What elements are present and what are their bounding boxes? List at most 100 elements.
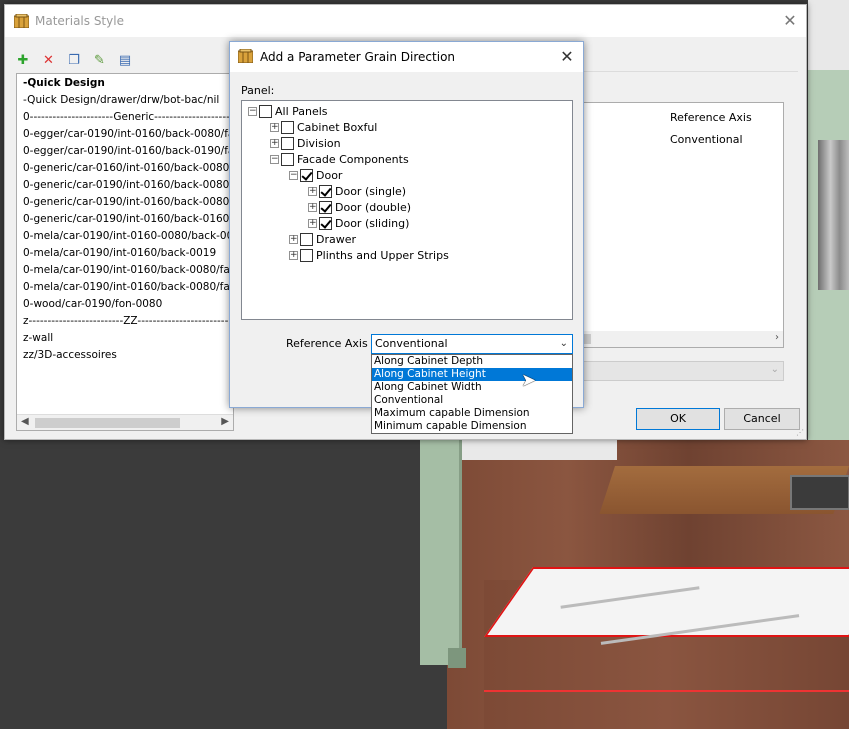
tree-node[interactable]: + Door (single) xyxy=(308,183,406,199)
option-item[interactable]: Along Cabinet Width xyxy=(372,381,572,394)
collapse-icon[interactable]: − xyxy=(248,106,257,116)
list-item[interactable]: z-wall xyxy=(23,331,53,345)
expand-icon[interactable]: + xyxy=(270,138,279,148)
collapse-icon[interactable]: − xyxy=(270,154,279,164)
close-icon[interactable]: ✕ xyxy=(780,11,800,31)
tree-node[interactable]: + Plinths and Upper Strips xyxy=(289,247,449,263)
collapse-icon[interactable]: − xyxy=(289,170,298,180)
list-item[interactable]: -Quick Design/drawer/drw/bot-bac/nil xyxy=(23,93,219,107)
scene-fridge xyxy=(818,140,849,290)
scrollbar-thumb[interactable] xyxy=(35,418,180,428)
grain-direction-dialog: Add a Parameter Grain Direction ✕ Panel:… xyxy=(229,41,584,434)
scroll-left-icon[interactable]: ◀ xyxy=(21,416,29,427)
list-item[interactable]: 0-generic/car-0190/int-0160/back-0080 xyxy=(23,178,229,192)
tree-node[interactable]: + Division xyxy=(270,135,341,151)
disabled-dropdown: ⌄ xyxy=(580,361,784,381)
scene-ceiling xyxy=(808,0,849,70)
dialog-title: Add a Parameter Grain Direction xyxy=(260,50,456,64)
checkbox[interactable] xyxy=(300,168,313,182)
list-item[interactable]: -Quick Design xyxy=(23,76,105,90)
expand-icon[interactable]: + xyxy=(308,186,317,196)
checkbox[interactable] xyxy=(319,216,332,230)
tree-node[interactable]: − Facade Components xyxy=(270,151,409,167)
reference-axis-options[interactable]: Along Cabinet Depth Along Cabinet Height… xyxy=(371,354,573,434)
scroll-right-icon[interactable]: › xyxy=(775,332,779,343)
option-item[interactable]: Conventional xyxy=(372,394,572,407)
option-item[interactable]: Minimum capable Dimension xyxy=(372,420,572,433)
checkbox[interactable] xyxy=(300,232,313,246)
list-item[interactable]: 0-mela/car-0190/int-0160-0080/back-0080 xyxy=(23,229,233,243)
checkbox[interactable] xyxy=(300,248,313,262)
scroll-right-icon[interactable]: ▶ xyxy=(221,416,229,427)
tree-node[interactable]: + Door (sliding) xyxy=(308,215,409,231)
scene-post-base xyxy=(448,648,466,668)
app-icon xyxy=(14,14,29,28)
reference-axis-value: Conventional xyxy=(375,337,448,350)
tree-node-label: All Panels xyxy=(275,104,328,118)
cell-reference-axis[interactable]: Conventional xyxy=(670,133,743,146)
ok-button[interactable]: OK xyxy=(636,408,720,430)
scene-floor xyxy=(447,440,617,460)
panel-tree[interactable]: − All Panels + Cabinet Boxful + Division… xyxy=(241,100,573,320)
tree-node-label: Cabinet Boxful xyxy=(297,120,378,134)
list-item[interactable]: 0-egger/car-0190/int-0160/back-0190/fac- xyxy=(23,144,233,158)
materials-list[interactable]: -Quick Design -Quick Design/drawer/drw/b… xyxy=(16,73,234,431)
checkbox[interactable] xyxy=(259,104,272,118)
tree-node-label: Door (single) xyxy=(335,184,407,198)
scene-selected-panel[interactable] xyxy=(484,567,849,637)
list-item[interactable]: 0-mela/car-0190/int-0160/back-0080/fac/e xyxy=(23,263,233,277)
grid-horizontal-scrollbar[interactable]: › xyxy=(581,331,783,347)
column-header-reference-axis: Reference Axis xyxy=(670,111,752,124)
list-item[interactable]: 0-wood/car-0190/fon-0080 xyxy=(23,297,162,311)
chevron-down-icon[interactable]: ⌄ xyxy=(560,335,568,353)
checkbox[interactable] xyxy=(281,120,294,134)
checkbox[interactable] xyxy=(319,200,332,214)
list-item[interactable]: z-------------------------ZZ------------… xyxy=(23,314,228,328)
export-icon[interactable]: ▤ xyxy=(117,53,133,69)
edit-icon[interactable]: ✎ xyxy=(92,53,108,69)
list-item[interactable]: 0-egger/car-0190/int-0160/back-0080/fac- xyxy=(23,127,233,141)
expand-icon[interactable]: + xyxy=(308,202,317,212)
expand-icon[interactable]: + xyxy=(289,250,298,260)
expand-icon[interactable]: + xyxy=(270,122,279,132)
list-item[interactable]: zz/3D-accessoires xyxy=(23,348,117,362)
tree-node[interactable]: − All Panels xyxy=(248,103,328,119)
option-item-highlighted[interactable]: Along Cabinet Height xyxy=(372,368,572,381)
list-item[interactable]: 0----------------------Generic----------… xyxy=(23,110,233,124)
cancel-button[interactable]: Cancel xyxy=(724,408,800,430)
copy-icon[interactable]: ❐ xyxy=(66,53,82,69)
parameters-grid[interactable]: Reference Axis Conventional › xyxy=(580,102,784,348)
tree-node[interactable]: + Cabinet Boxful xyxy=(270,119,377,135)
close-icon[interactable]: ✕ xyxy=(557,47,577,67)
window-title: Materials Style xyxy=(35,14,124,28)
list-item[interactable]: 0-generic/car-0190/int-0160/back-0160 xyxy=(23,212,229,226)
option-item[interactable]: Maximum capable Dimension xyxy=(372,407,572,420)
checkbox[interactable] xyxy=(281,136,294,150)
list-horizontal-scrollbar[interactable]: ◀ ▶ xyxy=(17,414,233,430)
tree-node[interactable]: − Door xyxy=(289,167,342,183)
tree-node-label: Plinths and Upper Strips xyxy=(316,248,449,262)
scene-post xyxy=(420,440,462,665)
title-bar: Materials Style ✕ xyxy=(5,5,806,37)
expand-icon[interactable]: + xyxy=(308,218,317,228)
reference-axis-select[interactable]: Conventional ⌄ xyxy=(371,334,573,354)
chevron-down-icon: ⌄ xyxy=(770,364,779,375)
checkbox[interactable] xyxy=(281,152,294,166)
resize-grip-icon[interactable]: ⋰ xyxy=(796,428,804,437)
expand-icon[interactable]: + xyxy=(289,234,298,244)
list-item[interactable]: 0-mela/car-0190/int-0160/back-0019 xyxy=(23,246,216,260)
scene-edge-line xyxy=(484,690,849,692)
tree-node-label: Facade Components xyxy=(297,152,409,166)
option-item[interactable]: Along Cabinet Depth xyxy=(372,355,572,368)
tree-node[interactable]: + Drawer xyxy=(289,231,356,247)
header-strip xyxy=(580,71,798,101)
checkbox[interactable] xyxy=(319,184,332,198)
toolbar: ✚ ✕ ❐ ✎ ▤ xyxy=(15,53,139,71)
list-item[interactable]: 0-generic/car-0160/int-0160/back-0080 xyxy=(23,161,229,175)
delete-icon[interactable]: ✕ xyxy=(41,53,57,69)
list-item[interactable]: 0-generic/car-0190/int-0160/back-0080/fa… xyxy=(23,195,233,209)
tree-node-label: Division xyxy=(297,136,341,150)
add-icon[interactable]: ✚ xyxy=(15,53,31,69)
tree-node[interactable]: + Door (double) xyxy=(308,199,411,215)
list-item[interactable]: 0-mela/car-0190/int-0160/back-0080/fac/e xyxy=(23,280,233,294)
